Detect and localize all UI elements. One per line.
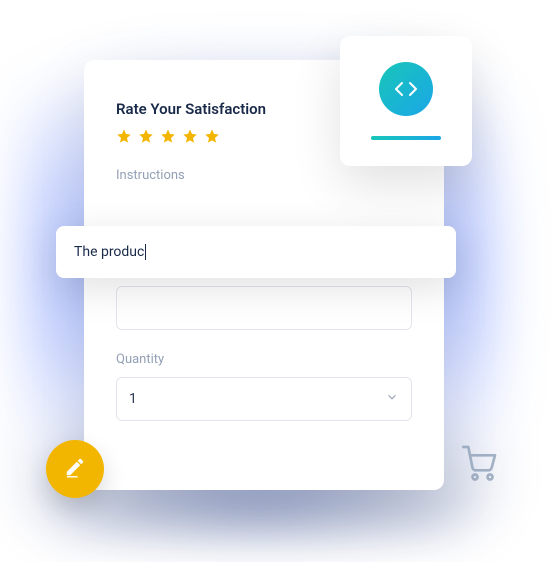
star-icon[interactable]	[116, 128, 132, 144]
edit-button[interactable]	[46, 440, 104, 498]
instructions-value: The produc	[74, 244, 144, 260]
quantity-select[interactable]: 1	[116, 377, 412, 421]
instructions-input[interactable]: The produc	[56, 226, 456, 278]
cart-icon	[460, 442, 500, 486]
instructions-label: Instructions	[116, 168, 412, 183]
edit-icon	[64, 456, 86, 482]
quantity-label: Quantity	[116, 352, 412, 367]
star-icon[interactable]	[160, 128, 176, 144]
text-caret	[145, 244, 146, 260]
code-widget-card	[340, 36, 472, 166]
code-underline	[371, 136, 441, 140]
code-icon[interactable]	[379, 62, 433, 116]
quantity-value: 1	[129, 391, 137, 407]
comments-input[interactable]	[116, 286, 412, 330]
star-icon[interactable]	[138, 128, 154, 144]
star-icon[interactable]	[204, 128, 220, 144]
star-icon[interactable]	[182, 128, 198, 144]
chevron-down-icon	[385, 390, 399, 408]
